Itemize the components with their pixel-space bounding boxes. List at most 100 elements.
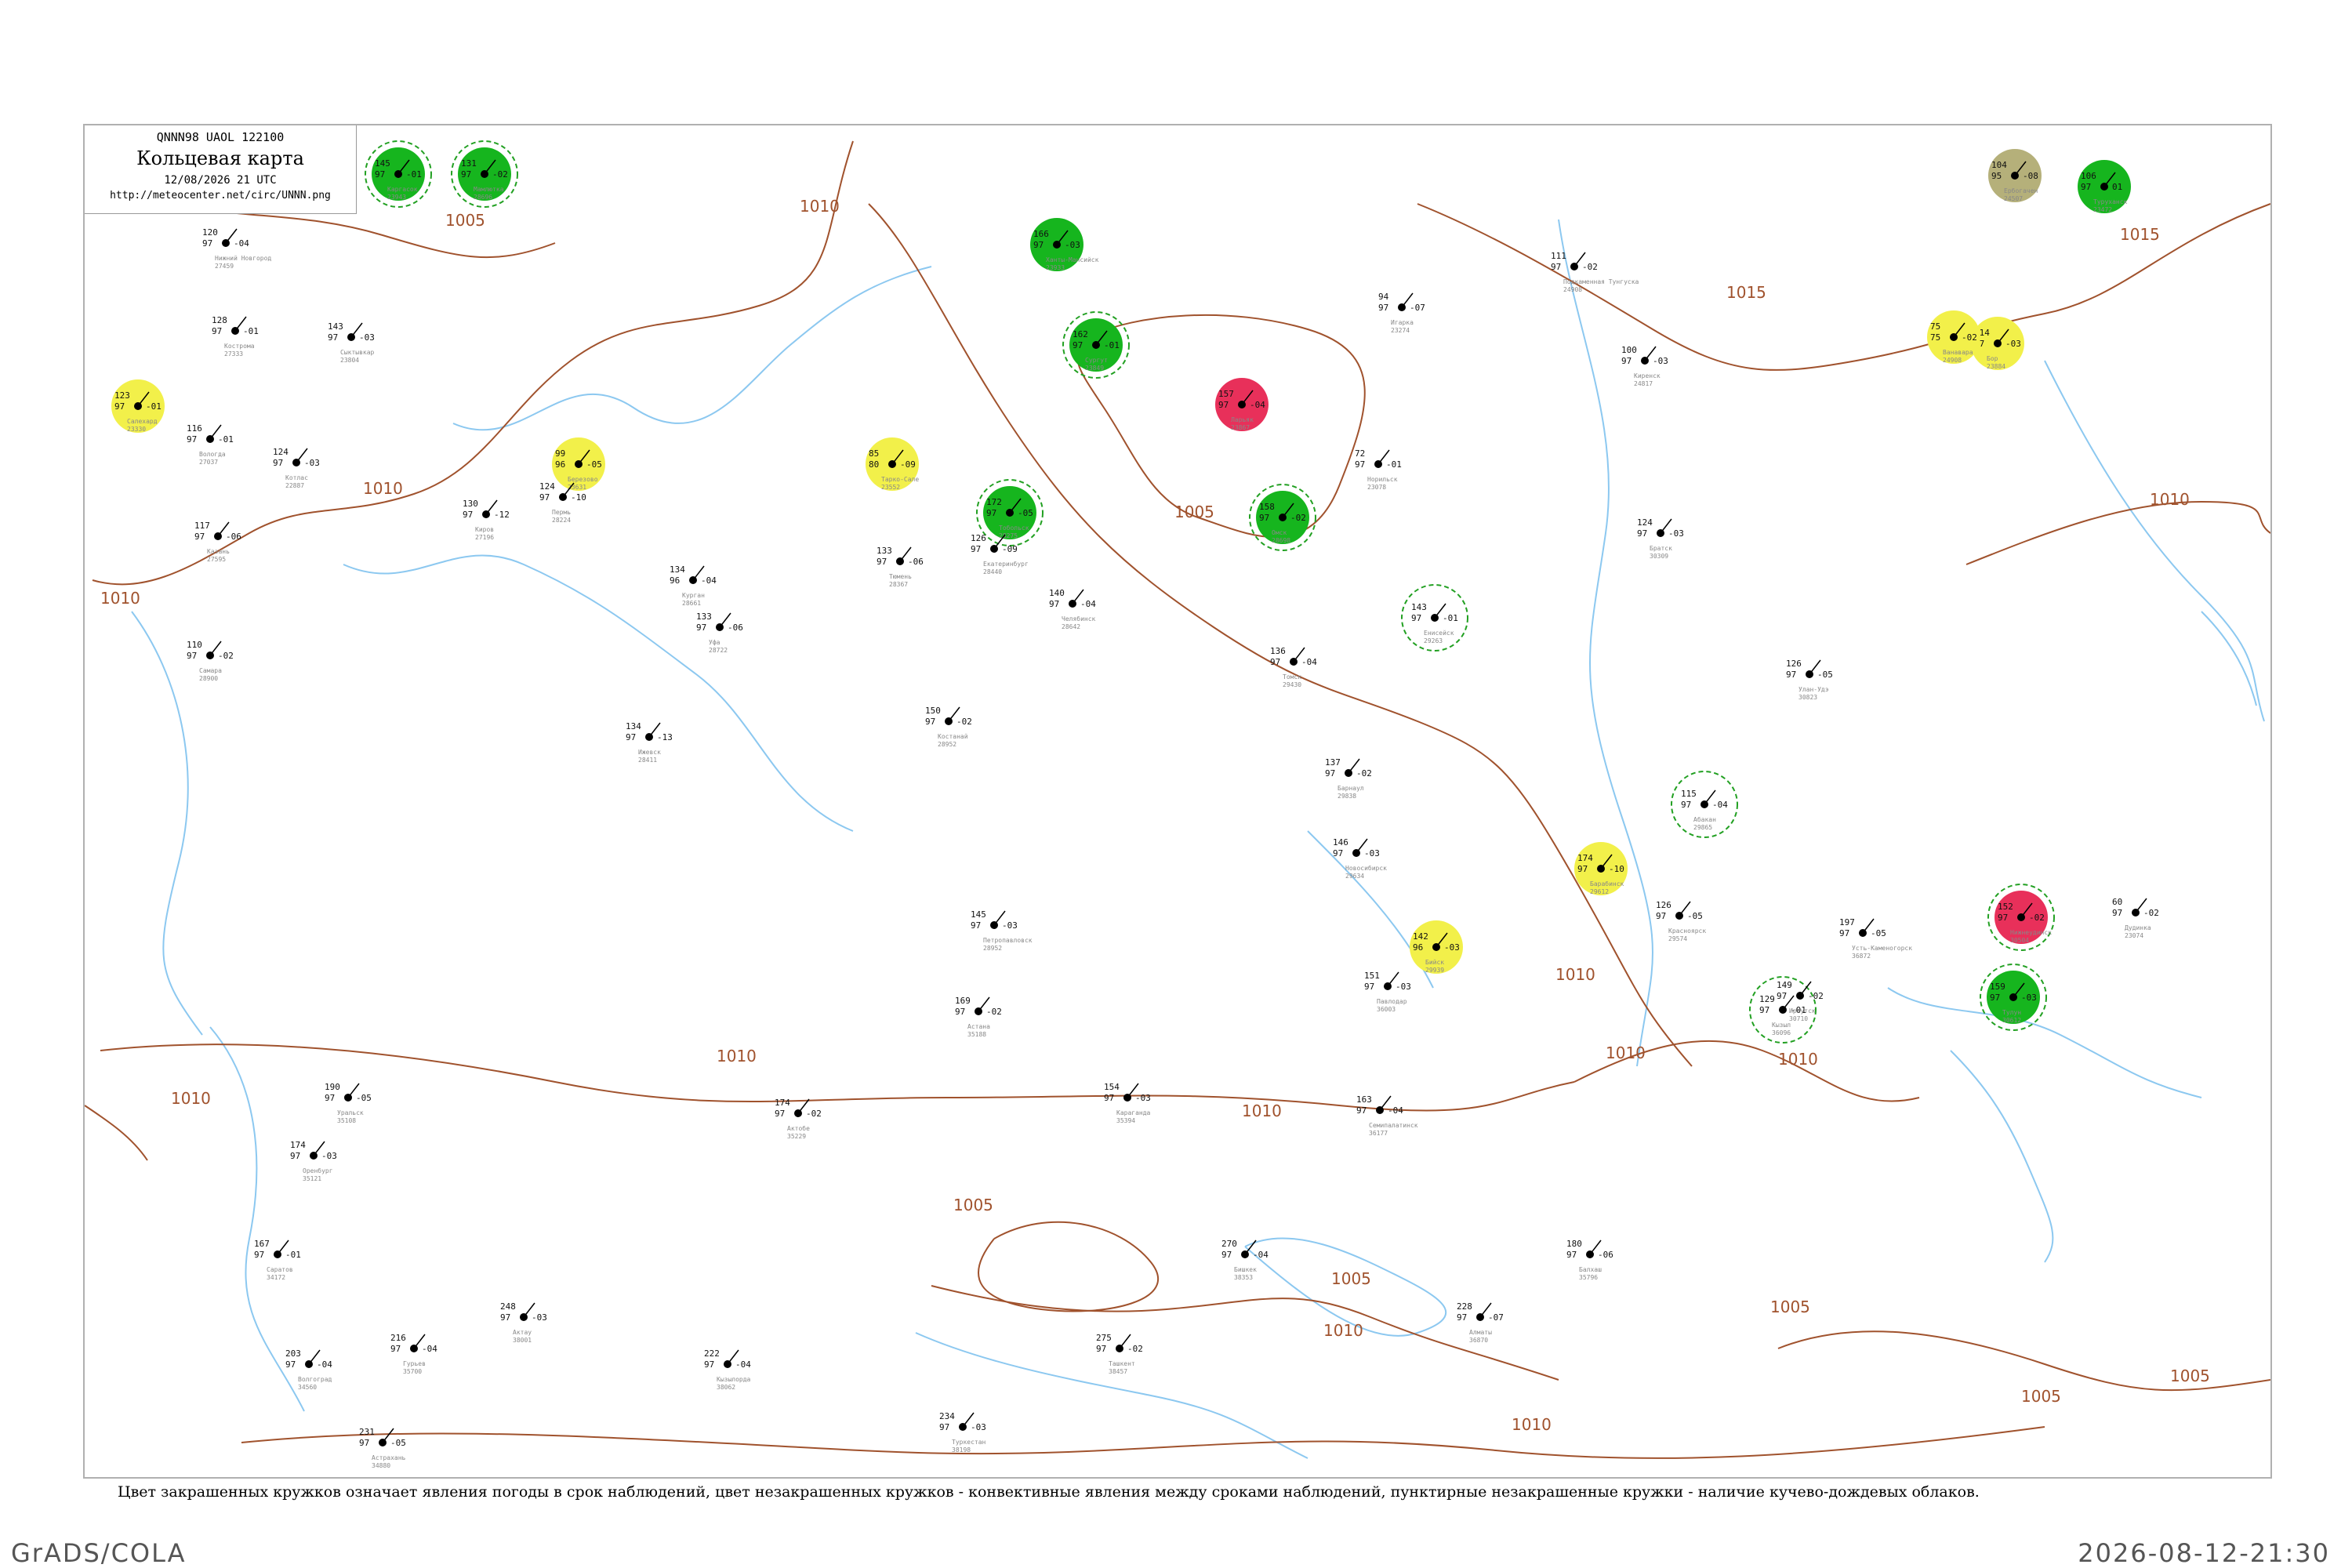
station-temperature: 123 [114,390,130,401]
station-temperature: 270 [1221,1239,1237,1249]
station-name: Барабинск [1590,880,1624,887]
station-name: Уфа [709,639,720,646]
station-pressure-tendency: -05 [356,1093,372,1103]
station-dewpoint: 97 [1656,911,1666,921]
station-dewpoint: 97 [955,1007,965,1017]
station-name: Ванавара [1943,349,1973,356]
station-dewpoint: 97 [202,238,212,249]
station-temperature: 174 [775,1098,790,1108]
station-temperature: 231 [359,1427,375,1437]
station-dewpoint: 97 [626,732,636,742]
station-index: 35229 [787,1133,806,1140]
station-pressure-tendency: -04 [234,238,249,249]
station-temperature: 174 [290,1140,306,1150]
station-plot: 8580 -09 Тарко-Сале23552 [866,437,919,491]
station-name: Тарко-Сале [881,476,919,483]
station-index: 23943 [387,194,406,201]
station-temperature: 149 [1777,980,1792,990]
station-name: Бор [1987,355,1998,362]
station-temperature: 104 [1991,160,2007,170]
station-index: 36870 [1469,1337,1488,1344]
station-pressure-tendency: -05 [1687,911,1703,921]
station-plot: 15997 -03Тулун30612 [1980,964,2047,1031]
station-dewpoint: 97 [187,651,197,661]
station-dewpoint: 97 [1104,1093,1114,1103]
station-name: Семипалатинск [1369,1122,1418,1129]
rivers-layer [131,219,2265,1459]
station-temperature: 174 [1577,853,1593,863]
station-temperature: 120 [202,227,218,238]
station-dewpoint: 97 [1637,528,1647,539]
station-temperature: 130 [463,499,478,509]
station-temperature: 99 [555,448,565,459]
station-pressure-tendency: -02 [1290,513,1306,523]
station-pressure-tendency: -04 [1388,1105,1403,1116]
station-index: 28722 [709,647,728,654]
station-index: 38062 [717,1384,735,1391]
station-dewpoint: 97 [1378,303,1388,313]
lake-baikal [1950,1050,2054,1263]
station-plot: 20397 -04 Волгоград34560 [285,1348,332,1391]
station-pressure-tendency: -01 [218,434,234,445]
station-temperature: 163 [1356,1094,1372,1105]
station-plot: 11697 -01 Вологда27037 [187,423,234,466]
isobar-label: 1010 [1323,1321,1363,1340]
station-plot: 14697 -03 Новосибирск29634 [1333,837,1387,880]
station-temperature: 166 [1033,229,1049,239]
isobar-1010-sw [85,1105,148,1161]
station-temperature: 142 [1413,931,1428,942]
station-dewpoint: 97 [2081,182,2091,192]
station-plot: 23497 -03 Туркестан38198 [939,1411,986,1454]
station-temperature: 110 [187,640,202,650]
station-index: 34880 [372,1462,390,1469]
station-name: Бишкек [1234,1266,1257,1273]
station-temperature: 100 [1621,345,1637,355]
station-name: Киренск [1634,372,1661,379]
station-name: Нижний Новгород [215,255,271,262]
station-dewpoint: 97 [1759,1005,1769,1015]
station-pressure-tendency: -06 [908,557,924,567]
station-pressure-tendency: -03 [1135,1093,1151,1103]
map-title: Кольцевая карта [136,147,304,169]
station-plot: 7297 -01 Норильск23078 [1355,448,1402,491]
station-index: 24507 [2004,195,2023,202]
station-plot: 12897 -01 Кострома27333 [212,315,259,358]
station-temperature: 172 [986,497,1002,507]
station-plot: 17297 -05Тобольск28275 [976,479,1044,546]
station-index: 28952 [983,945,1002,952]
station-pressure-tendency: -01 [1104,340,1120,350]
station-index: 23849 [1085,365,1104,372]
station-plot: 13797 -02 Барнаул29838 [1325,757,1372,800]
station-index: 24908 [1563,286,1582,293]
station-dewpoint: 97 [273,458,283,468]
station-name: Оренбург [303,1167,333,1174]
station-temperature: 133 [696,612,712,622]
station-name: Красноярск [1668,927,1706,935]
station-dewpoint: 97 [328,332,338,343]
isobar-label: 1005 [2170,1367,2210,1385]
isobar-label: 1010 [1512,1415,1552,1434]
synoptic-map: 1005 1010 1010 1010 1015 1015 1010 1010 … [85,140,2270,1469]
station-temperature: 126 [1656,900,1671,910]
station-dewpoint: 97 [1990,993,2000,1003]
station-temperature: 129 [1759,994,1775,1004]
station-dewpoint: 96 [1413,942,1423,953]
station-pressure-tendency: 01 [2112,182,2122,192]
station-temperature: 150 [925,706,941,716]
station-name: Кызылорда [717,1376,751,1383]
station-dewpoint: 97 [1457,1312,1467,1323]
station-name: Костанай [938,733,968,740]
station-pressure-tendency: -04 [735,1359,751,1370]
station-dewpoint: 80 [869,459,879,470]
station-pressure-tendency: -07 [1410,303,1425,313]
station-pressure-tendency: -09 [900,459,916,470]
station-name: Тобольск [999,524,1029,532]
station-plot: 9996 -05Березово23631 [552,437,605,491]
station-name: Волгоград [298,1376,332,1383]
stations-layer: 14597 -01Каргасок2394313197 -02Мамлютка286… [111,140,2159,1469]
station-dewpoint: 97 [1218,400,1229,410]
station-index: 28440 [983,568,1002,575]
station-pressure-tendency: -01 [285,1250,301,1260]
station-dewpoint: 97 [877,557,887,567]
station-index: 29939 [1425,967,1444,974]
